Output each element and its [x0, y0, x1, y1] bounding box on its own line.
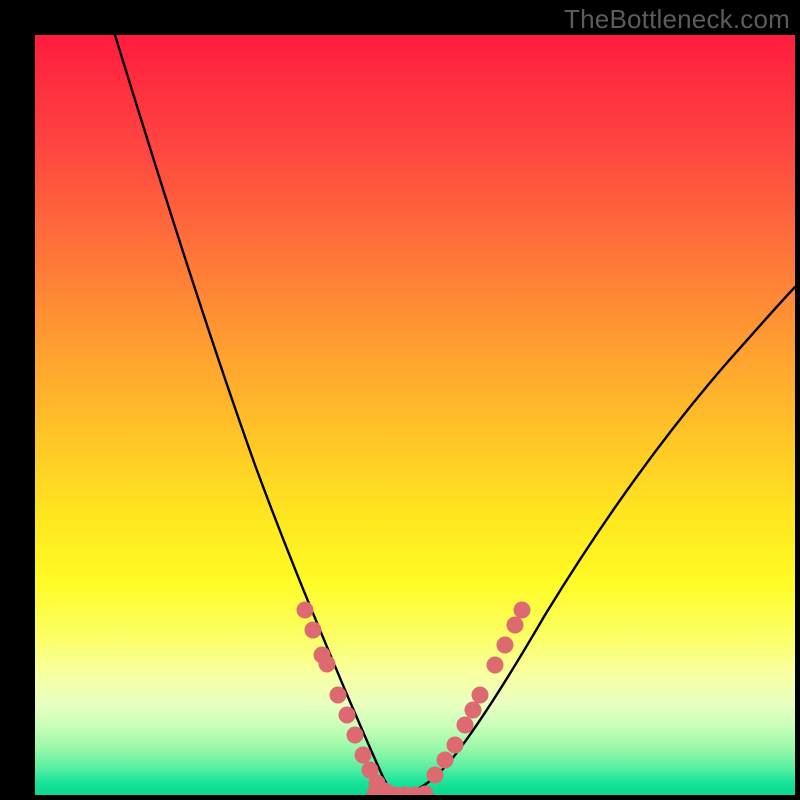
right-curve — [395, 287, 795, 795]
watermark-text: TheBottleneck.com — [564, 4, 790, 35]
chart-stage: TheBottleneck.com — [0, 0, 800, 800]
plot-area — [35, 35, 795, 795]
left-curve — [115, 35, 395, 795]
dots-right — [427, 602, 531, 784]
dots-base — [367, 786, 434, 796]
curves-layer — [35, 35, 795, 795]
